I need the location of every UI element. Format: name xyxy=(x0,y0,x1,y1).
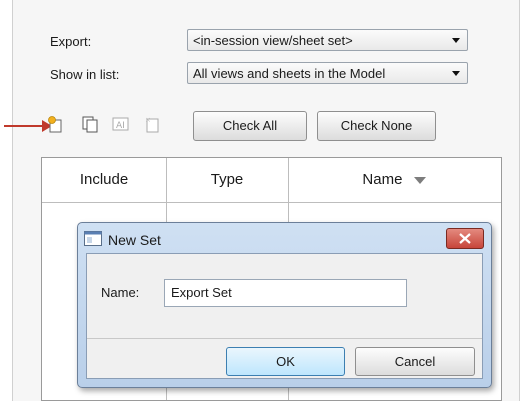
pointer-arrow-icon xyxy=(4,120,52,132)
show-in-list-dropdown[interactable]: All views and sheets in the Model xyxy=(187,62,468,84)
name-input[interactable]: Export Set xyxy=(164,279,407,307)
cancel-button[interactable]: Cancel xyxy=(355,347,475,376)
show-in-list-value: All views and sheets in the Model xyxy=(193,66,386,81)
close-icon xyxy=(459,233,471,244)
svg-text:×: × xyxy=(145,116,151,124)
sort-descending-icon xyxy=(413,177,426,185)
svg-text:AI: AI xyxy=(116,121,125,131)
check-all-button[interactable]: Check All xyxy=(193,111,307,141)
column-header-include[interactable]: Include xyxy=(42,158,166,203)
new-set-dialog: New Set Name: Export Set OK Cancel xyxy=(77,222,492,388)
dropdown-arrow-icon xyxy=(452,71,460,76)
name-label: Name: xyxy=(101,285,140,300)
rename-set-icon[interactable]: AI xyxy=(112,115,130,133)
duplicate-set-icon[interactable] xyxy=(81,115,99,133)
dropdown-arrow-icon xyxy=(452,38,460,43)
new-set-icon[interactable] xyxy=(46,115,64,133)
export-label: Export: xyxy=(50,34,92,49)
dialog-title: New Set xyxy=(108,232,161,248)
dialog-body: Name: Export Set OK Cancel xyxy=(86,253,483,379)
column-header-name-label: Name xyxy=(362,171,403,188)
ok-button[interactable]: OK xyxy=(226,347,345,376)
export-dropdown-value: <in-session view/sheet set> xyxy=(193,33,353,48)
dialog-divider xyxy=(87,338,482,339)
check-none-button[interactable]: Check None xyxy=(317,111,436,141)
close-button[interactable] xyxy=(446,228,484,249)
column-header-name[interactable]: Name xyxy=(288,158,501,203)
column-header-type[interactable]: Type xyxy=(166,158,288,203)
export-dropdown[interactable]: <in-session view/sheet set> xyxy=(187,29,468,51)
window-icon xyxy=(84,231,102,246)
delete-set-icon[interactable]: × xyxy=(143,115,161,133)
show-in-list-label: Show in list: xyxy=(50,67,120,82)
